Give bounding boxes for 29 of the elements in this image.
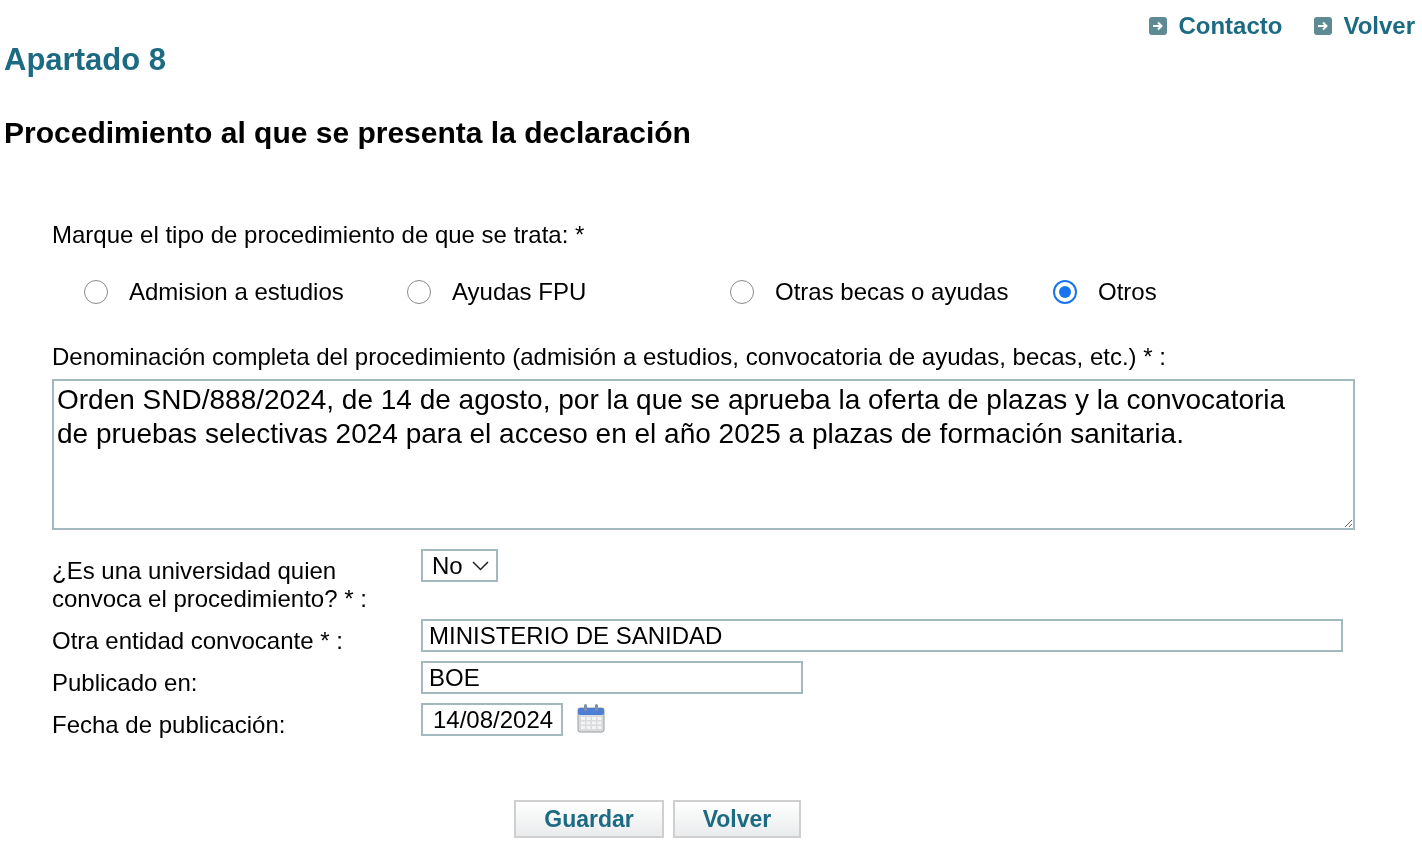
section-title: Apartado 8: [4, 42, 166, 78]
field-label: ¿Es una universidad quien convoca el procedimiento? * :: [52, 556, 368, 613]
radio-button[interactable]: [730, 280, 754, 304]
back-button[interactable]: Volver: [673, 800, 801, 838]
field-label: Publicado en:: [52, 668, 199, 697]
radio-button[interactable]: [84, 280, 108, 304]
save-button[interactable]: Guardar: [514, 800, 664, 838]
header-link[interactable]: Volver: [1314, 12, 1415, 40]
field-label: Otra entidad convocante * :: [52, 626, 344, 655]
procedure-name-textarea[interactable]: Orden SND/888/2024, de 14 de agosto, por la que se aprueba la oferta de plazas y la convocatoria de pruebas selectivas 2024 para el acceso en el año 2025 a plazas de formación sanitaria.: [52, 379, 1355, 530]
radio-button[interactable]: [1053, 280, 1077, 304]
published-in-input[interactable]: BOE: [421, 661, 803, 694]
arrow-right-icon: [1314, 17, 1333, 35]
calendar-icon[interactable]: [577, 703, 605, 733]
field-label: Fecha de publicación:: [52, 710, 287, 739]
field-label: Marque el tipo de procedimiento de que se trata: *: [52, 221, 586, 249]
field-label: Denominación completa del procedimiento (admisión a estudios, convocatoria de ayudas, becas, etc.) * :: [52, 343, 1167, 371]
chevron-down-icon: [471, 560, 489, 571]
entity-input[interactable]: MINISTERIO DE SANIDAD: [421, 619, 1343, 652]
radio-label: Otros: [1098, 278, 1157, 306]
radio-label: Admision a estudios: [129, 278, 344, 306]
radio-button[interactable]: [407, 280, 431, 304]
university-select[interactable]: No: [421, 549, 498, 582]
arrow-right-icon: [1149, 17, 1168, 35]
page-heading: Procedimiento al que se presenta la declaración: [4, 115, 692, 151]
radio-label: Ayudas FPU: [452, 278, 587, 306]
date-input[interactable]: 14/08/2024: [421, 703, 563, 736]
header-link[interactable]: Contacto: [1149, 12, 1283, 40]
radio-label: Otras becas o ayudas: [775, 278, 1009, 306]
